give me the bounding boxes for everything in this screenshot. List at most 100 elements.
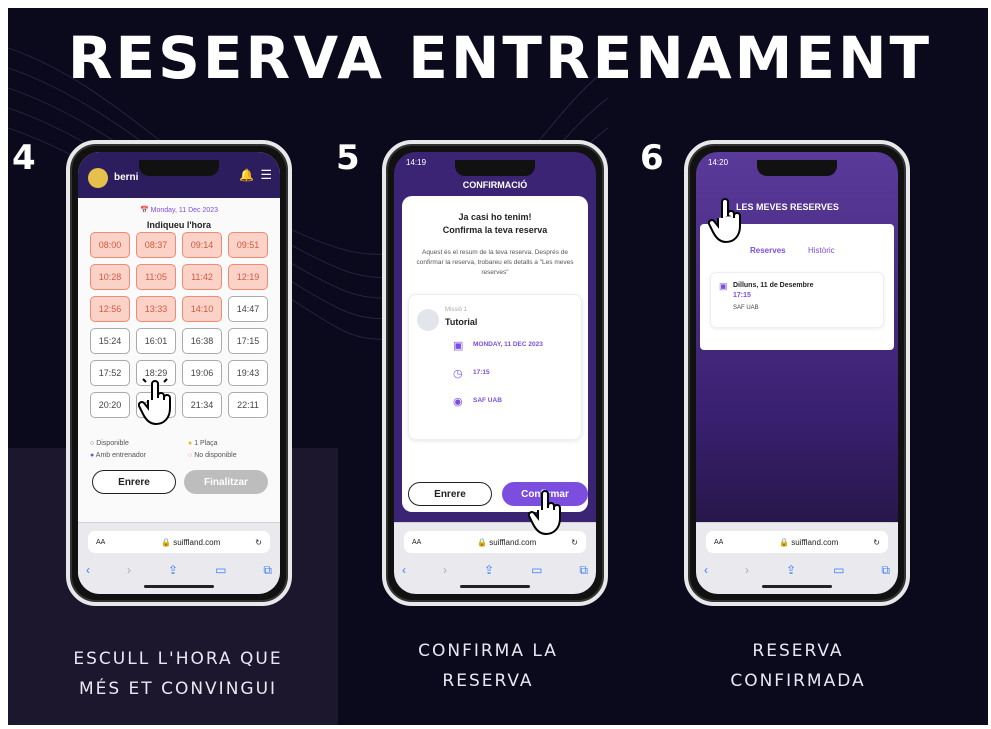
caption-step-5: CONFIRMA LA RESERVA	[418, 641, 558, 691]
share-icon[interactable]: ⇪	[484, 563, 494, 578]
time-slot[interactable]: 08:00	[90, 232, 130, 258]
notch	[139, 160, 219, 176]
calendar-icon: 📅	[139, 207, 151, 214]
tabs-icon[interactable]: ⧉	[263, 563, 272, 578]
time-slot-grid: 08:00 08:37 09:14 09:51 10:28 11:05 11:42 12:19…	[90, 232, 268, 418]
lock-icon: 🔒	[161, 537, 172, 547]
url-bar[interactable]: AA 🔒 suiffland.com ↻	[706, 531, 888, 553]
tabs-icon[interactable]: ⧉	[881, 563, 890, 578]
phone-screen: berni 🔔 ☰ 📅 Monday, 11 Dec 2023 Indiqueu…	[78, 152, 280, 594]
time-slot[interactable]: 08:37	[136, 232, 176, 258]
tab-history[interactable]: Històric	[808, 246, 835, 255]
url-text: suiffland.com	[173, 537, 221, 547]
tabs-icon[interactable]: ⧉	[579, 563, 588, 578]
confirm-description: Aquest és el resum de la teva reserva. D…	[416, 249, 574, 276]
username: berni	[114, 172, 139, 183]
bookmarks-icon[interactable]: ▭	[215, 563, 226, 578]
menu-icon[interactable]: ☰	[260, 167, 272, 183]
url-text: suiffland.com	[791, 537, 839, 547]
caption-step-4: ESCULL L'HORA QUE MÉS ET CONVINGUI	[73, 649, 283, 699]
back-arrow-icon[interactable]: ‹	[86, 563, 90, 578]
activity-name: Tutorial	[445, 317, 478, 327]
time-slot[interactable]: 09:14	[182, 232, 222, 258]
text-size-button[interactable]: AA	[412, 539, 442, 546]
booking-hour: 17:15	[733, 292, 751, 299]
step-number-4: 4	[12, 138, 36, 178]
url-bar[interactable]: AA 🔒 suiffland.com ↻	[88, 531, 270, 553]
home-indicator	[460, 585, 530, 588]
tab-reserves[interactable]: Reserves	[750, 246, 786, 255]
time-slot[interactable]: 19:43	[228, 360, 268, 386]
forward-arrow-icon[interactable]: ›	[443, 563, 447, 578]
browser-nav: ‹ › ⇪ ▭ ⧉	[86, 563, 272, 578]
notch	[757, 160, 837, 176]
time-slot[interactable]: 11:42	[182, 264, 222, 290]
calendar-icon: ▣	[453, 340, 464, 352]
booking-place: SAF UAB	[733, 305, 759, 311]
back-arrow-icon[interactable]: ‹	[402, 563, 406, 578]
browser-nav: ‹ › ⇪ ▭ ⧉	[704, 563, 890, 578]
booking-hour: 17:15	[473, 369, 490, 376]
reload-icon[interactable]: ↻	[873, 538, 880, 547]
time-slot[interactable]: 17:52	[90, 360, 130, 386]
page-title: RESERVA ENTRENAMENT	[67, 24, 933, 92]
share-icon[interactable]: ⇪	[786, 563, 796, 578]
screen-header: CONFIRMACIÓ	[462, 180, 528, 190]
share-icon[interactable]: ⇪	[168, 563, 178, 578]
booking-card[interactable]: ▣ Dilluns, 11 de Desembre 17:15 SAF UAB	[710, 272, 884, 328]
bell-icon[interactable]: 🔔	[239, 168, 254, 182]
time-slot[interactable]: 22:11	[228, 392, 268, 418]
back-button[interactable]: Enrere	[408, 482, 492, 506]
time-slot[interactable]: 12:19	[228, 264, 268, 290]
time-slot[interactable]: 17:15	[228, 328, 268, 354]
time-slot[interactable]: 21:34	[182, 392, 222, 418]
forward-arrow-icon[interactable]: ›	[745, 563, 749, 578]
time-slot[interactable]: 11:05	[136, 264, 176, 290]
legend-not-available: ○ No disponible	[188, 452, 237, 459]
forward-arrow-icon[interactable]: ›	[127, 563, 131, 578]
status-time: 14:20	[708, 158, 729, 167]
selected-date[interactable]: 📅 Monday, 11 Dec 2023	[78, 206, 280, 214]
reload-icon[interactable]: ↻	[571, 538, 578, 547]
time-slot[interactable]: 12:56	[90, 296, 130, 322]
lock-icon: 🔒	[779, 537, 790, 547]
back-arrow-icon[interactable]: ‹	[704, 563, 708, 578]
time-slot[interactable]: 19:06	[182, 360, 222, 386]
caption-step-6: RESERVA CONFIRMADA	[730, 641, 866, 691]
time-slot[interactable]: 20:20	[90, 392, 130, 418]
phone-step-6: 14:20 LES MEVES RESERVES Reserves Històr…	[684, 140, 910, 606]
slot-heading: Indiqueu l'hora	[146, 220, 212, 230]
activity-icon	[417, 309, 439, 331]
text-size-button[interactable]: AA	[96, 539, 126, 546]
time-slot[interactable]: 13:33	[136, 296, 176, 322]
confirm-card: Ja casi ho tenim! Confirma la teva reser…	[402, 196, 588, 512]
text-size-button[interactable]: AA	[714, 539, 744, 546]
home-indicator	[762, 585, 832, 588]
location-icon: ◉	[453, 396, 463, 408]
booking-place: SAF UAB	[473, 397, 502, 404]
time-slot[interactable]: 16:38	[182, 328, 222, 354]
time-slot[interactable]: 14:47	[228, 296, 268, 322]
finish-button[interactable]: Finalitzar	[184, 470, 268, 494]
time-slot[interactable]: 14:10	[182, 296, 222, 322]
pointer-hand-icon	[528, 490, 561, 536]
url-text: suiffland.com	[489, 537, 537, 547]
mission-label: Missió 1	[445, 307, 468, 313]
time-slot[interactable]: 15:24	[90, 328, 130, 354]
slide: RESERVA ENTRENAMENT 4 5 6 berni 🔔 ☰ 📅 Mo…	[8, 8, 988, 725]
browser-bar: AA 🔒 suiffland.com ↻ ‹ › ⇪ ▭ ⧉	[696, 522, 898, 594]
back-button[interactable]: Enrere	[92, 470, 176, 494]
reload-icon[interactable]: ↻	[255, 538, 262, 547]
notch	[455, 160, 535, 176]
legend-one-place: ● 1 Plaça	[188, 440, 218, 447]
bookmarks-icon[interactable]: ▭	[833, 563, 844, 578]
time-slot[interactable]: 09:51	[228, 232, 268, 258]
booking-summary: Missió 1 Tutorial ▣ MONDAY, 11 DEC 2023 …	[408, 294, 582, 440]
time-slot[interactable]: 10:28	[90, 264, 130, 290]
pointer-hand-icon	[708, 198, 741, 244]
booking-day: Dilluns, 11 de Desembre	[733, 282, 814, 289]
step-number-5: 5	[336, 138, 360, 178]
bookmarks-icon[interactable]: ▭	[531, 563, 542, 578]
avatar	[88, 168, 108, 188]
time-slot[interactable]: 16:01	[136, 328, 176, 354]
